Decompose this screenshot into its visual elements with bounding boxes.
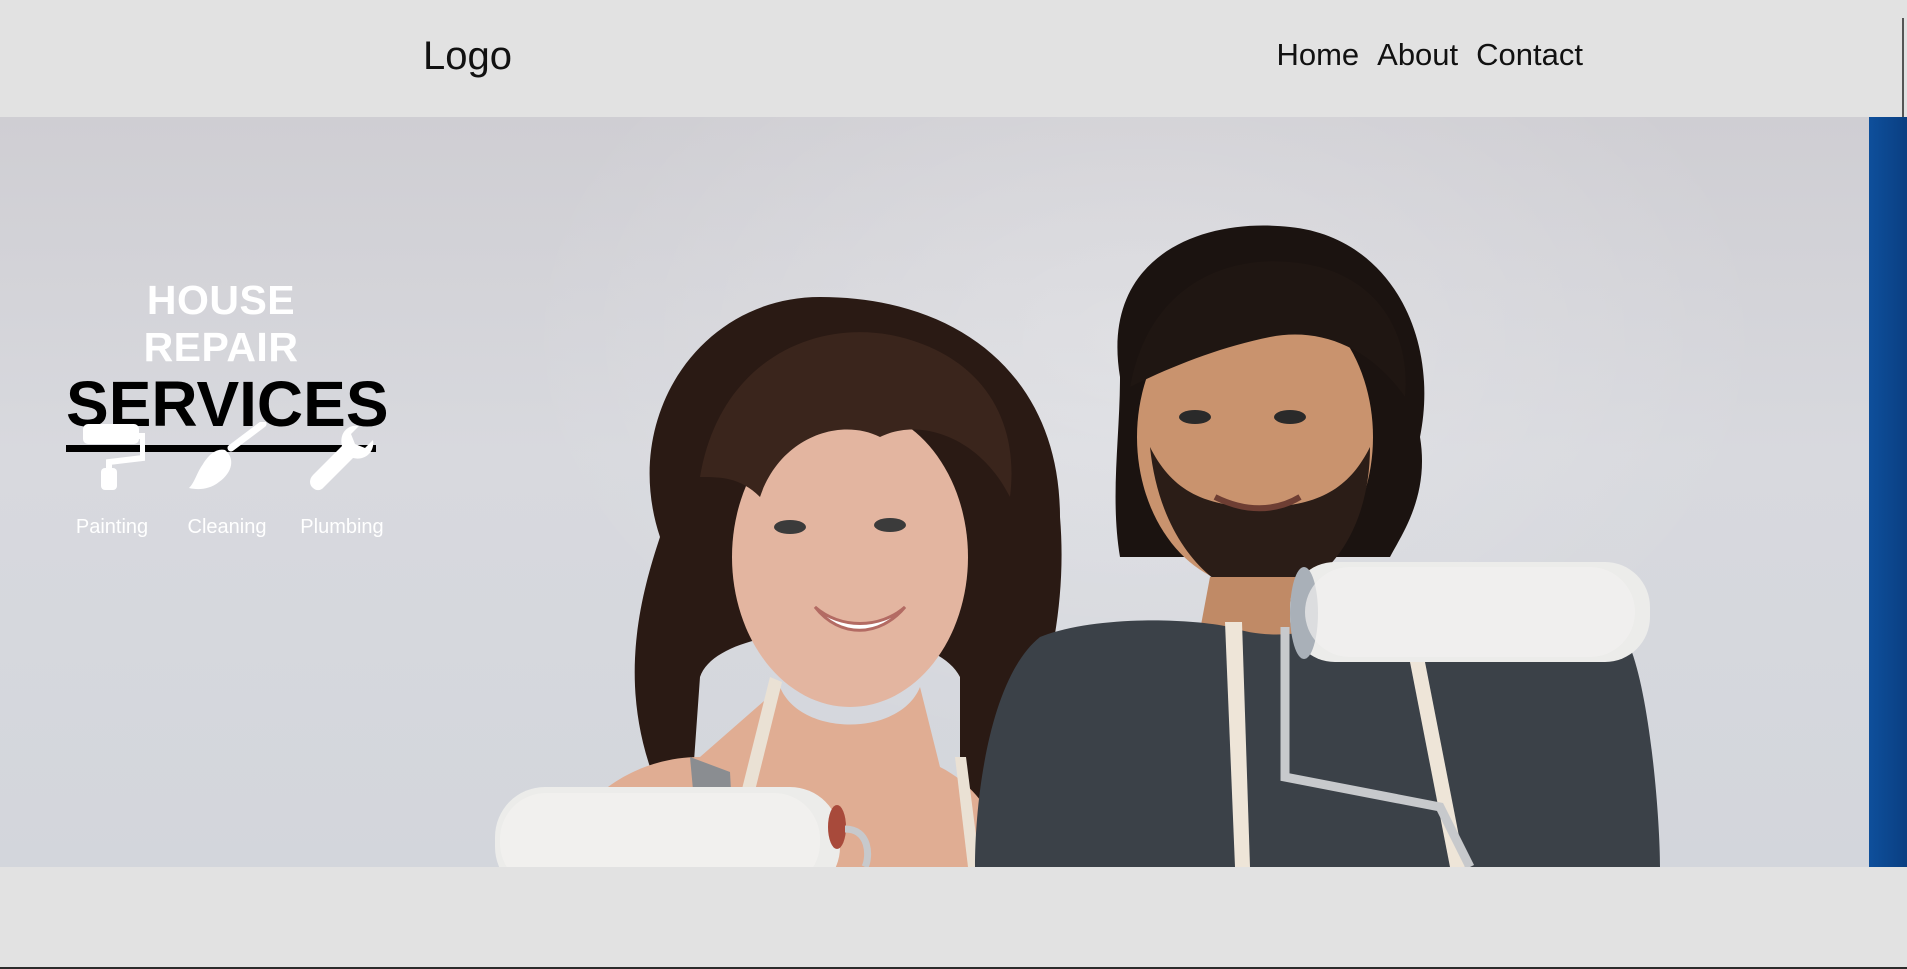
service-label: Painting — [75, 516, 149, 538]
hero-banner: HOUSE REPAIR SERVICES Painting Cleaning … — [0, 117, 1907, 867]
services-list: Painting Cleaning Plumbing — [62, 422, 392, 539]
blue-accent-strip — [1869, 117, 1907, 867]
service-painting[interactable]: Painting — [62, 422, 162, 539]
wrench-icon — [310, 425, 374, 491]
headline-line-1: HOUSE REPAIR — [143, 277, 299, 370]
nav-about-link[interactable]: About — [1377, 37, 1458, 73]
service-label: Plumbing — [300, 516, 384, 538]
site-header: Logo Home About Contact — [0, 0, 1907, 160]
service-plumbing[interactable]: Plumbing — [292, 422, 392, 539]
service-label: Cleaning — [187, 516, 267, 538]
paint-roller-icon — [83, 424, 145, 490]
service-cleaning[interactable]: Cleaning — [177, 422, 277, 539]
main-nav: Home About Contact — [1276, 37, 1583, 73]
page-bottom-area — [0, 867, 1907, 969]
logo-link[interactable]: Logo — [423, 34, 512, 79]
woman-paint-roller — [495, 787, 872, 867]
nav-home-link[interactable]: Home — [1276, 37, 1359, 73]
nav-contact-link[interactable]: Contact — [1476, 37, 1583, 73]
man-figure — [975, 225, 1660, 867]
brush-icon — [189, 422, 267, 490]
